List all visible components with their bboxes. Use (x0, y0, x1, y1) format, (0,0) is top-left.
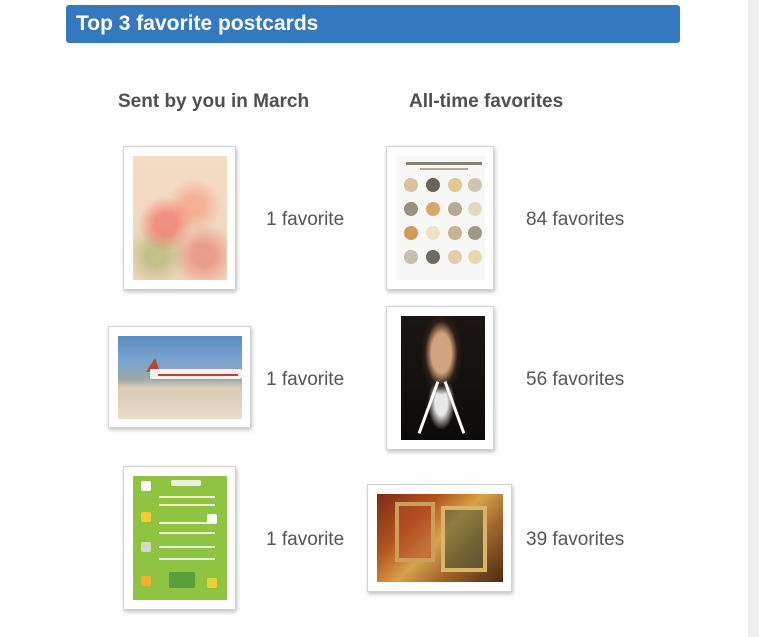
sent-postcard-1[interactable] (123, 146, 236, 290)
postcard-thumbnail (377, 494, 503, 582)
favorite-count: 1 favorite (266, 529, 345, 550)
sent-column-title: Sent by you in March (118, 91, 310, 112)
alltime-postcard-1[interactable] (386, 146, 494, 290)
favorite-count: 56 favorites (526, 369, 625, 390)
alltime-column-title: All-time favorites (409, 91, 564, 112)
postcard-thumbnail (133, 156, 227, 280)
favorite-count: 84 favorites (526, 209, 625, 230)
alltime-postcard-3[interactable] (367, 484, 512, 592)
section-header: Top 3 favorite postcards (66, 5, 680, 43)
postcard-thumbnail (396, 156, 485, 280)
sent-postcard-3[interactable] (123, 466, 236, 610)
favorite-count: 39 favorites (526, 529, 625, 550)
section-title: Top 3 favorite postcards (76, 12, 319, 35)
postcard-thumbnail (401, 316, 485, 440)
page-scrollbar[interactable] (748, 0, 759, 637)
favorite-count: 1 favorite (266, 369, 345, 390)
favorite-count: 1 favorite (266, 209, 345, 230)
postcard-thumbnail (118, 336, 242, 419)
alltime-postcard-2[interactable] (386, 306, 494, 450)
postcard-thumbnail (133, 476, 227, 600)
sent-postcard-2[interactable] (108, 326, 251, 428)
